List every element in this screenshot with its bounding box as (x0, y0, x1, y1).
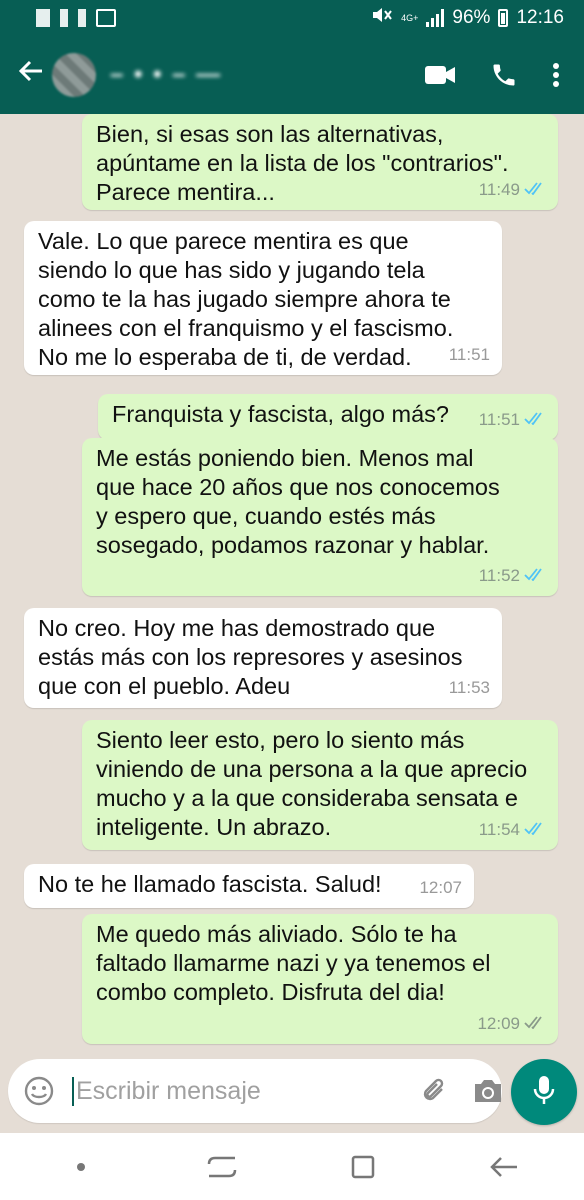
avatar[interactable] (52, 53, 96, 97)
home-icon[interactable] (333, 1142, 393, 1192)
message-time: 12:07 (419, 878, 462, 897)
video-call-icon[interactable] (424, 64, 456, 86)
read-ticks-icon (524, 561, 546, 590)
message-input-container (8, 1059, 502, 1123)
dot-icon[interactable] (51, 1142, 111, 1192)
message-bubble-outgoing[interactable]: Franquista y fascista, algo más? 11:51 (98, 394, 558, 440)
emoji-icon[interactable] (24, 1074, 54, 1108)
image-notification-icon (96, 9, 116, 27)
message-input[interactable] (72, 1076, 398, 1106)
message-text: Bien, si esas son las alternativas, apún… (96, 121, 509, 205)
message-time: 12:09 (477, 1014, 520, 1033)
read-ticks-icon (524, 175, 546, 204)
message-time: 11:54 (478, 820, 520, 839)
message-text: Me quedo más aliviado. Sólo te ha faltad… (96, 921, 491, 1005)
network-type: 4G+ (401, 12, 419, 23)
read-ticks-icon (524, 405, 546, 434)
system-nav-bar (0, 1133, 584, 1200)
message-time: 11:49 (478, 180, 520, 199)
message-text: Siento leer esto, pero lo siento más vin… (96, 727, 528, 840)
message-time: 11:51 (478, 410, 520, 429)
microphone-icon (531, 1074, 557, 1111)
read-ticks-icon (524, 815, 546, 844)
message-text: No creo. Hoy me has demostrado que estás… (38, 615, 463, 699)
contact-name[interactable]: – • • – — (110, 61, 424, 89)
phone-call-icon[interactable] (490, 61, 518, 89)
delivered-ticks-icon (524, 1009, 546, 1038)
attach-icon[interactable] (420, 1076, 450, 1106)
message-bubble-outgoing[interactable]: Me estás poniendo bien. Menos mal que ha… (82, 438, 558, 596)
recent-apps-icon[interactable] (192, 1142, 252, 1192)
message-bubble-outgoing[interactable]: Bien, si esas son las alternativas, apún… (82, 114, 558, 210)
more-options-icon[interactable] (552, 62, 560, 88)
message-time: 11:52 (478, 566, 520, 585)
message-bubble-outgoing[interactable]: Siento leer esto, pero lo siento más vin… (82, 720, 558, 850)
mute-icon (371, 5, 393, 31)
battery-icon (498, 9, 509, 27)
message-time: 11:53 (448, 678, 490, 697)
message-list[interactable]: Bien, si esas son las alternativas, apún… (0, 114, 584, 1059)
message-text: Vale. Lo que parece mentira es que siend… (38, 228, 454, 370)
message-text: Me estás poniendo bien. Menos mal que ha… (96, 445, 500, 558)
notification-icon (36, 9, 50, 27)
microphone-button[interactable] (511, 1059, 577, 1125)
message-bubble-incoming[interactable]: No te he llamado fascista. Salud! 12:07 (24, 864, 474, 908)
back-arrow-icon[interactable] (18, 58, 48, 92)
battery-percent: 96% (452, 7, 491, 28)
camera-icon[interactable] (472, 1077, 504, 1105)
notification-icons (36, 9, 116, 27)
message-text: No te he llamado fascista. Salud! (38, 871, 382, 897)
composer (0, 1059, 584, 1133)
message-bubble-incoming[interactable]: No creo. Hoy me has demostrado que estás… (24, 608, 502, 708)
signal-icon (426, 9, 445, 27)
message-time: 11:51 (448, 345, 490, 364)
message-bubble-outgoing[interactable]: Me quedo más aliviado. Sólo te ha faltad… (82, 914, 558, 1044)
back-icon[interactable] (474, 1142, 534, 1192)
status-bar: 4G+ 96% 12:16 (0, 0, 584, 36)
chat-header: – • • – — (0, 36, 584, 114)
notification-icon (60, 9, 68, 27)
notification-icon (78, 9, 86, 27)
message-bubble-incoming[interactable]: Vale. Lo que parece mentira es que siend… (24, 221, 502, 375)
clock: 12:16 (516, 7, 564, 28)
